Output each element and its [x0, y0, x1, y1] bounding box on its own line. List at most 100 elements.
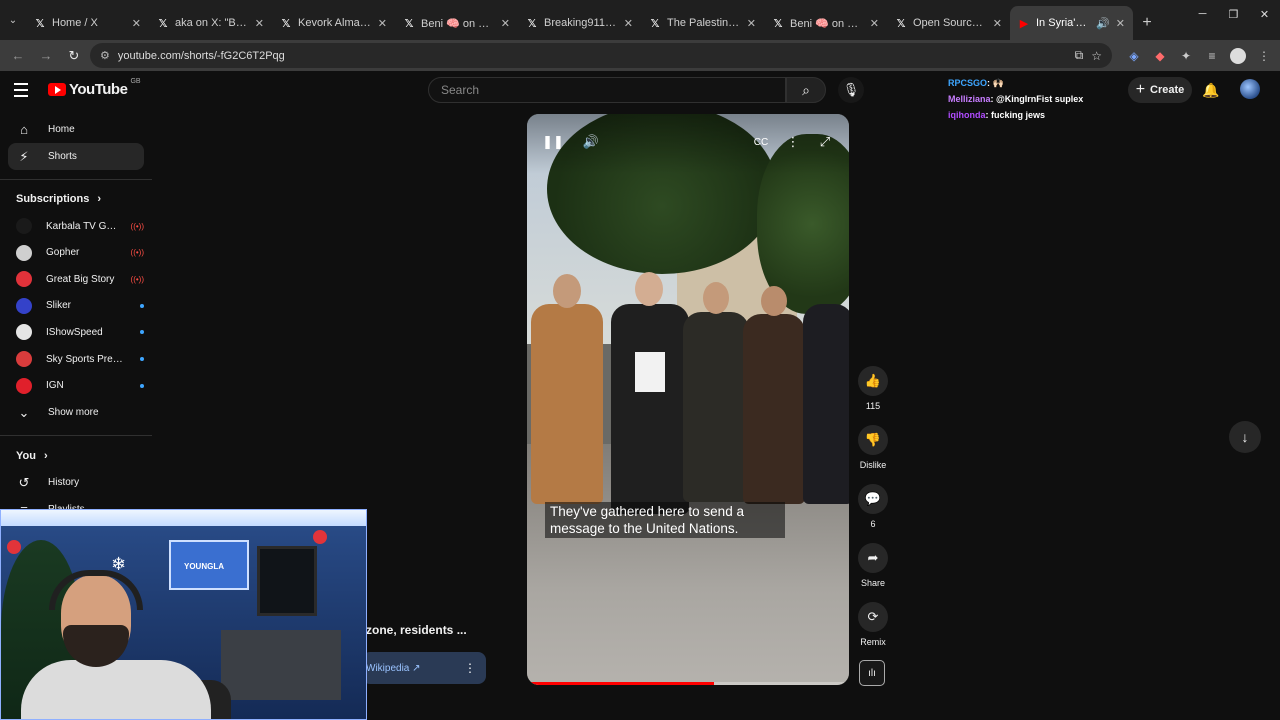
minimize-button[interactable]: ─	[1187, 0, 1218, 28]
subscription-item[interactable]: IGN	[16, 376, 144, 396]
dislike-label: Dislike	[859, 460, 887, 470]
account-avatar[interactable]	[1240, 79, 1260, 99]
search-button[interactable]: ⌕	[786, 77, 826, 103]
subscription-item[interactable]: Sliker	[16, 296, 144, 316]
captions-icon[interactable]: CC	[751, 132, 771, 152]
tab-close-icon[interactable]: ✕	[993, 17, 1002, 30]
tab-close-icon[interactable]: ✕	[1116, 17, 1125, 30]
browser-tab[interactable]: 𝕏 Beni 🧠 on X: "peanu ✕	[764, 6, 887, 40]
chat-username: RPCSGO	[948, 78, 988, 88]
tab-search-chevron-icon[interactable]: ⌄	[0, 0, 26, 40]
dislike-button[interactable]: 👎 Dislike	[856, 425, 890, 470]
browser-tab[interactable]: 𝕏 Home / X ✕	[26, 6, 149, 40]
wikipedia-link[interactable]: Wikipedia ↗	[366, 663, 421, 674]
live-indicator-icon: ((•))	[130, 248, 144, 258]
remix-button[interactable]: ⟳ Remix	[856, 602, 890, 647]
tab-close-icon[interactable]: ✕	[255, 17, 264, 30]
media-controls-icon[interactable]: ≡	[1202, 46, 1222, 66]
back-button[interactable]: ←	[6, 44, 30, 68]
chat-text: : fucking jews	[985, 110, 1046, 120]
wikipedia-info-panel[interactable]: Wikipedia ↗ ⋮	[362, 652, 486, 684]
profile-icon[interactable]	[1228, 46, 1248, 66]
browser-tab[interactable]: ▶ In Syria's Golan H 🔊 ✕	[1010, 6, 1133, 40]
close-window-button[interactable]: ✕	[1249, 0, 1280, 28]
url-text[interactable]: youtube.com/shorts/-fG2C6T2Pqg	[118, 50, 1067, 62]
share-label: Share	[860, 578, 886, 588]
video-title-fragment[interactable]: zone, residents ...	[366, 623, 467, 637]
history-icon: ↺	[18, 474, 30, 490]
subscription-item[interactable]: IShowSpeed	[16, 322, 144, 342]
chat-text: : @KingIrnFist suplex	[990, 94, 1084, 104]
tab-close-icon[interactable]: ✕	[747, 17, 756, 30]
volume-icon[interactable]: 🔊	[581, 132, 601, 152]
chat-message: Melliziana: @KingIrnFist suplex	[948, 91, 1128, 107]
share-button[interactable]: ➦ Share	[856, 543, 890, 588]
extensions-puzzle-icon[interactable]: ✦	[1176, 46, 1196, 66]
tab-close-icon[interactable]: ✕	[870, 17, 879, 30]
search-input[interactable]: Search	[428, 77, 786, 103]
channel-avatar	[16, 324, 32, 341]
extension-icon[interactable]: ◆	[1150, 46, 1170, 66]
browser-tab[interactable]: 𝕏 Breaking911 on X: " ✕	[518, 6, 641, 40]
subscription-item[interactable]: Karbala TV Group ((•))	[16, 216, 144, 236]
tab-close-icon[interactable]: ✕	[378, 17, 387, 30]
next-short-button[interactable]: ↓	[1229, 421, 1261, 453]
bookmark-star-icon[interactable]: ☆	[1091, 49, 1102, 63]
sidebar-item-shorts[interactable]: ⚡ Shorts	[8, 143, 144, 170]
browser-tab[interactable]: 𝕏aka on X: "Bro gets d ✕	[149, 6, 272, 40]
tab-title: Home / X	[52, 17, 98, 29]
video-paper	[635, 352, 665, 392]
browser-tab[interactable]: 𝕏 The Palestine News N ✕	[641, 6, 764, 40]
more-options-icon[interactable]: ⋮	[783, 132, 803, 152]
more-vertical-icon[interactable]: ⋮	[464, 661, 476, 675]
browser-tab[interactable]: 𝕏 Beni 🧠 on X: "peanu ✕	[395, 6, 518, 40]
video-person	[683, 312, 749, 502]
browser-tab[interactable]: 𝕏 Open Source Intel on ✕	[887, 6, 1010, 40]
tab-close-icon[interactable]: ✕	[624, 17, 633, 30]
install-app-icon[interactable]: ⧉	[1075, 48, 1084, 63]
tab-close-icon[interactable]: ✕	[132, 17, 141, 30]
subscription-item[interactable]: Great Big Story ((•))	[16, 269, 144, 289]
tab-title: In Syria's Golan H	[1036, 17, 1090, 29]
video-person-head	[761, 286, 787, 316]
create-button[interactable]: + Create	[1128, 77, 1192, 103]
thumbs-up-icon: 👍	[858, 366, 888, 396]
restore-button[interactable]: ❐	[1218, 0, 1249, 28]
webcam-ornament	[313, 530, 327, 544]
like-button[interactable]: 👍 115	[856, 366, 890, 411]
shorts-player[interactable]: ❚❚ 🔊 CC ⋮ ⤢ They've gathered here to sen…	[527, 114, 849, 685]
forward-button[interactable]: →	[34, 44, 58, 68]
extension-icon[interactable]: ◈	[1124, 46, 1144, 66]
subscriptions-header[interactable]: Subscriptions ›	[16, 193, 101, 205]
video-person	[531, 304, 603, 504]
sidebar-item-home[interactable]: ⌂ Home	[8, 116, 144, 143]
progress-bar[interactable]	[527, 682, 849, 685]
sidebar-item-label: Home	[48, 124, 75, 135]
you-header[interactable]: You ›	[16, 450, 48, 462]
notifications-bell-icon[interactable]: 🔔	[1200, 79, 1222, 101]
tab-close-icon[interactable]: ✕	[501, 17, 510, 30]
youtube-logo[interactable]: YouTube GB	[48, 78, 141, 98]
guide-menu-icon[interactable]	[14, 80, 34, 100]
subscription-item[interactable]: Sky Sports Premi...	[16, 349, 144, 369]
subscription-item[interactable]: Gopher ((•))	[16, 243, 144, 263]
pause-icon[interactable]: ❚❚	[542, 132, 564, 152]
webcam-shelf	[221, 630, 341, 700]
site-info-icon[interactable]: ⚙	[100, 49, 110, 62]
sound-thumbnail[interactable]: ılı	[859, 660, 885, 686]
window-controls: ─ ❐ ✕	[1187, 0, 1280, 40]
reload-button[interactable]: ↻	[62, 44, 86, 68]
voice-search-button[interactable]: 🎙	[838, 77, 864, 103]
browser-tab[interactable]: 𝕏 Kevork Almassian on ✕	[272, 6, 395, 40]
sidebar-item-history[interactable]: ↺ History	[8, 469, 144, 496]
channel-name: Sky Sports Premi...	[46, 353, 126, 365]
address-bar[interactable]: ⚙ youtube.com/shorts/-fG2C6T2Pqg ⧉ ☆	[90, 43, 1112, 68]
comments-button[interactable]: 💬 6	[856, 484, 890, 529]
browser-tab-strip: ⌄ 𝕏 Home / X ✕ 𝕏aka on X: "Bro gets d ✕ 𝕏 Kevo…	[0, 0, 1280, 40]
new-tab-button[interactable]: +	[1133, 6, 1161, 40]
tab-audio-icon[interactable]: 🔊	[1096, 17, 1110, 30]
sidebar-divider	[0, 435, 152, 436]
fullscreen-icon[interactable]: ⤢	[815, 132, 835, 152]
show-more-button[interactable]: ⌄ Show more	[8, 399, 144, 426]
chrome-menu-icon[interactable]: ⋮	[1254, 46, 1274, 66]
